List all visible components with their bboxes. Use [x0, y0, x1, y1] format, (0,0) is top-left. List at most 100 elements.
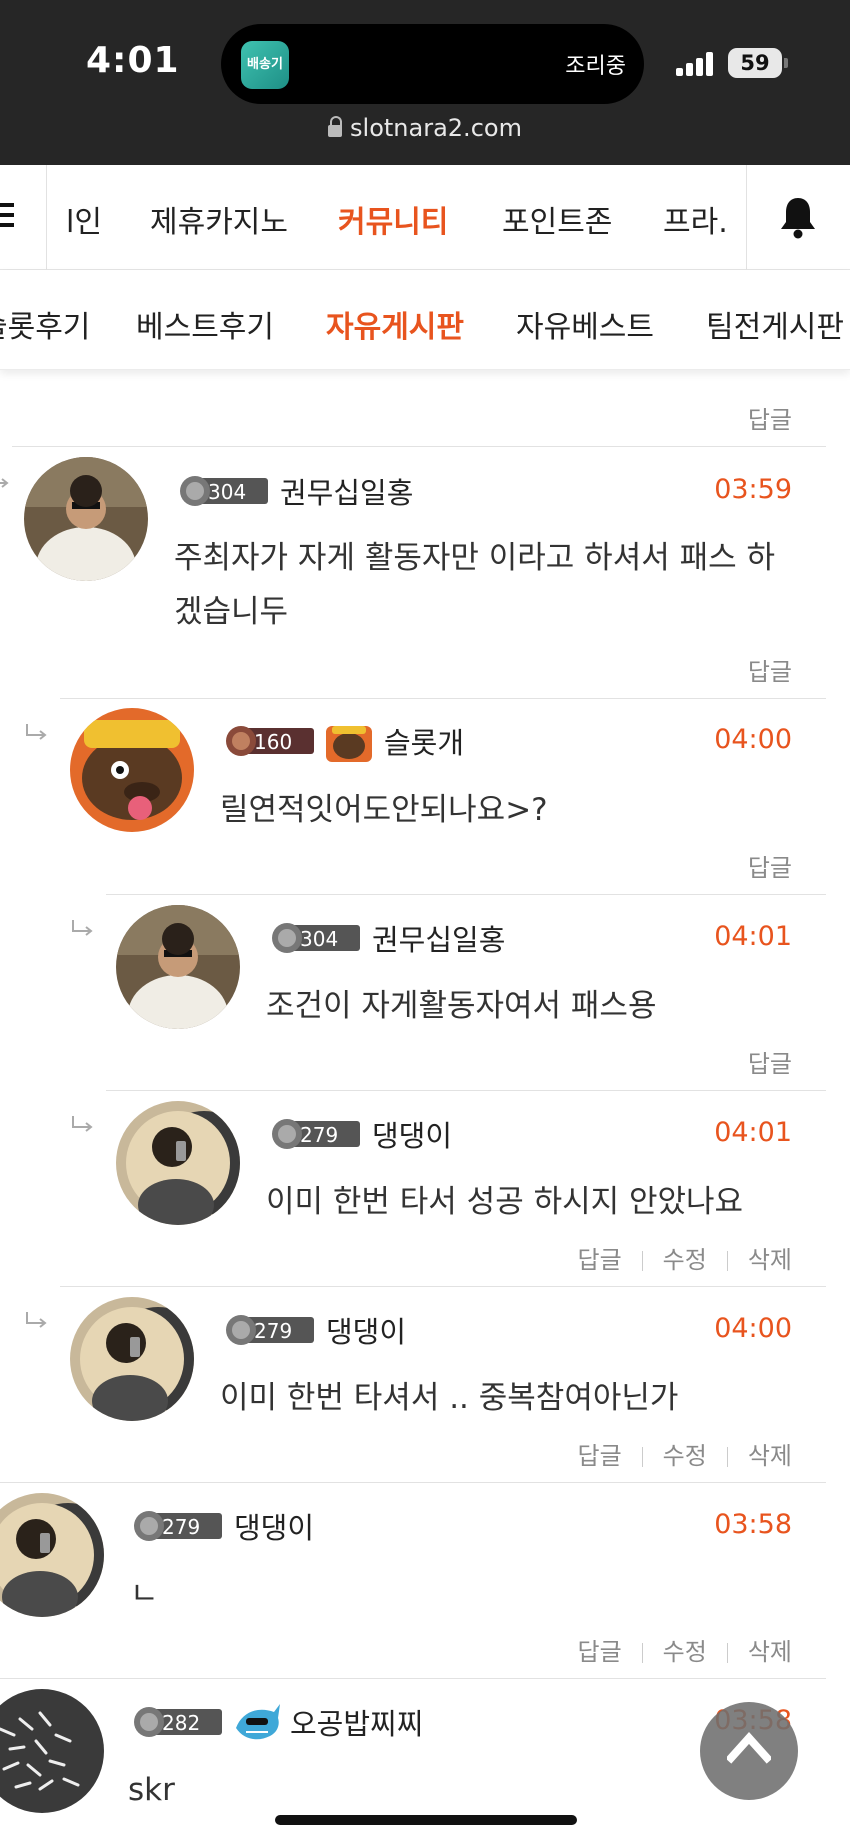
nav-item-community[interactable]: 커뮤니티	[338, 197, 448, 241]
user-avatar[interactable]	[116, 1101, 240, 1225]
comment-actions: 답글	[748, 400, 792, 435]
comment-time: 04:01	[714, 921, 792, 952]
user-avatar[interactable]	[24, 457, 148, 581]
reply-arrow-icon	[26, 724, 47, 740]
shark-emblem-icon	[236, 1704, 280, 1740]
comment-nickname[interactable]: 오공밥찌찌	[290, 1701, 423, 1743]
sub-item-best-review[interactable]: 베스트후기	[136, 302, 274, 346]
edit-button[interactable]: 수정	[663, 1638, 707, 1666]
comment-time: 04:00	[714, 1313, 792, 1344]
user-avatar[interactable]	[116, 905, 240, 1029]
level-badge-icon: 160	[226, 726, 314, 756]
comment-time: 03:58	[714, 1509, 792, 1540]
comment-time: 04:00	[714, 724, 792, 755]
divider	[0, 1482, 826, 1483]
comment-nickname[interactable]: 댕댕이	[372, 1113, 452, 1155]
level-badge-icon: 279	[272, 1119, 360, 1149]
nav-divider	[46, 165, 47, 270]
comment-nickname[interactable]: 댕댕이	[234, 1505, 314, 1547]
nav-item-point-zone[interactable]: 포인트존	[502, 197, 612, 241]
comment-text: 주최자가 자게 활동자만 이라고 하셔서 패스 하겠습니두	[174, 540, 776, 630]
action-separator	[641, 1643, 643, 1663]
comment-actions: 답글 수정 삭제	[577, 1632, 792, 1667]
url-text: slotnara2.com	[350, 114, 522, 142]
lock-icon	[328, 116, 343, 138]
reply-arrow-icon	[26, 1312, 47, 1328]
level-badge-icon: 304	[180, 476, 268, 506]
reply-button[interactable]: 답글	[577, 1442, 621, 1470]
comment-actions: 답글	[748, 1044, 792, 1079]
nav-item-more[interactable]: 프라.	[663, 197, 728, 241]
delete-button[interactable]: 삭제	[748, 1442, 792, 1470]
level-number: 304	[300, 927, 338, 951]
reply-arrow-icon	[72, 1116, 93, 1132]
chevron-up-icon	[727, 1732, 771, 1764]
delete-button[interactable]: 삭제	[748, 1246, 792, 1274]
reply-button[interactable]: 답글	[748, 406, 792, 434]
sub-item-free-best[interactable]: 자유베스트	[516, 302, 654, 346]
main-nav: l인 제휴카지노 커뮤니티 포인트존 프라.	[0, 165, 850, 270]
action-separator	[641, 1447, 643, 1467]
reply-button[interactable]: 답글	[577, 1638, 621, 1666]
edit-button[interactable]: 수정	[663, 1442, 707, 1470]
reply-arrow-icon	[72, 920, 93, 936]
level-number: 160	[254, 730, 292, 754]
nav-divider	[746, 165, 747, 270]
comment-nickname[interactable]: 권무십일홍	[280, 470, 413, 512]
island-status-text: 조리중	[565, 54, 626, 79]
sub-item-team-board[interactable]: 팀전게시판	[706, 302, 844, 346]
comment-actions: 답글	[748, 652, 792, 687]
battery-tip	[784, 58, 788, 68]
sub-item-free-board[interactable]: 자유게시판	[326, 302, 464, 346]
status-time: 4:01	[86, 40, 180, 81]
nav-item-partner-casino[interactable]: 제휴카지노	[150, 197, 288, 241]
user-avatar[interactable]	[0, 1689, 104, 1813]
reply-button[interactable]: 답글	[577, 1246, 621, 1274]
comment-actions: 답글 수정 삭제	[577, 1436, 792, 1471]
menu-icon[interactable]	[0, 203, 14, 229]
comment-text: 릴연적잇어도안되나요>?	[220, 792, 548, 828]
edit-button[interactable]: 수정	[663, 1246, 707, 1274]
reply-button[interactable]: 답글	[748, 658, 792, 686]
level-number: 282	[162, 1711, 200, 1735]
delete-button[interactable]: 삭제	[748, 1638, 792, 1666]
reply-arrow-icon	[0, 478, 9, 488]
delivery-app-icon: 배송기	[241, 41, 289, 89]
action-separator	[726, 1251, 728, 1271]
reply-button[interactable]: 답글	[748, 854, 792, 882]
comment-time: 03:59	[714, 474, 792, 505]
action-separator	[641, 1251, 643, 1271]
comment-actions: 답글	[748, 848, 792, 883]
address-bar[interactable]: slotnara2.com	[0, 114, 850, 142]
comment-nickname[interactable]: 슬롯개	[384, 720, 464, 762]
divider	[0, 1678, 826, 1679]
comment-actions: 답글 수정 삭제	[577, 1240, 792, 1275]
reply-button[interactable]: 답글	[748, 1050, 792, 1078]
comment-nickname[interactable]: 권무십일홍	[372, 917, 505, 959]
level-number: 304	[208, 480, 246, 504]
user-avatar[interactable]	[0, 1493, 104, 1617]
divider	[106, 894, 826, 895]
slot-dog-emblem-icon	[326, 726, 372, 762]
action-separator	[726, 1643, 728, 1663]
divider	[60, 698, 826, 699]
scroll-to-top-button[interactable]	[700, 1702, 798, 1800]
home-indicator[interactable]	[275, 1815, 577, 1825]
dynamic-island[interactable]: 배송기 조리중	[221, 24, 644, 104]
nav-item-login[interactable]: l인	[66, 197, 102, 241]
battery-icon: 59	[728, 48, 782, 78]
level-number: 279	[162, 1515, 200, 1539]
divider	[60, 1286, 826, 1287]
bell-icon[interactable]	[778, 195, 818, 239]
sub-nav: 슬롯후기 베스트후기 자유게시판 자유베스트 팀전게시판	[0, 270, 850, 370]
level-badge-icon: 279	[134, 1511, 222, 1541]
comment-nickname[interactable]: 댕댕이	[326, 1309, 406, 1351]
level-badge-icon: 279	[226, 1315, 314, 1345]
sub-item-slot-review[interactable]: 슬롯후기	[0, 302, 90, 346]
status-bar: 4:01 배송기 조리중 59 slotnara2.com	[0, 0, 850, 165]
user-avatar[interactable]	[70, 1297, 194, 1421]
comment-text: skr	[128, 1772, 175, 1808]
comment-text: 이미 한번 타셔서 .. 중복참여아닌가	[220, 1380, 679, 1416]
user-avatar[interactable]	[70, 708, 194, 832]
comment-time: 04:01	[714, 1117, 792, 1148]
